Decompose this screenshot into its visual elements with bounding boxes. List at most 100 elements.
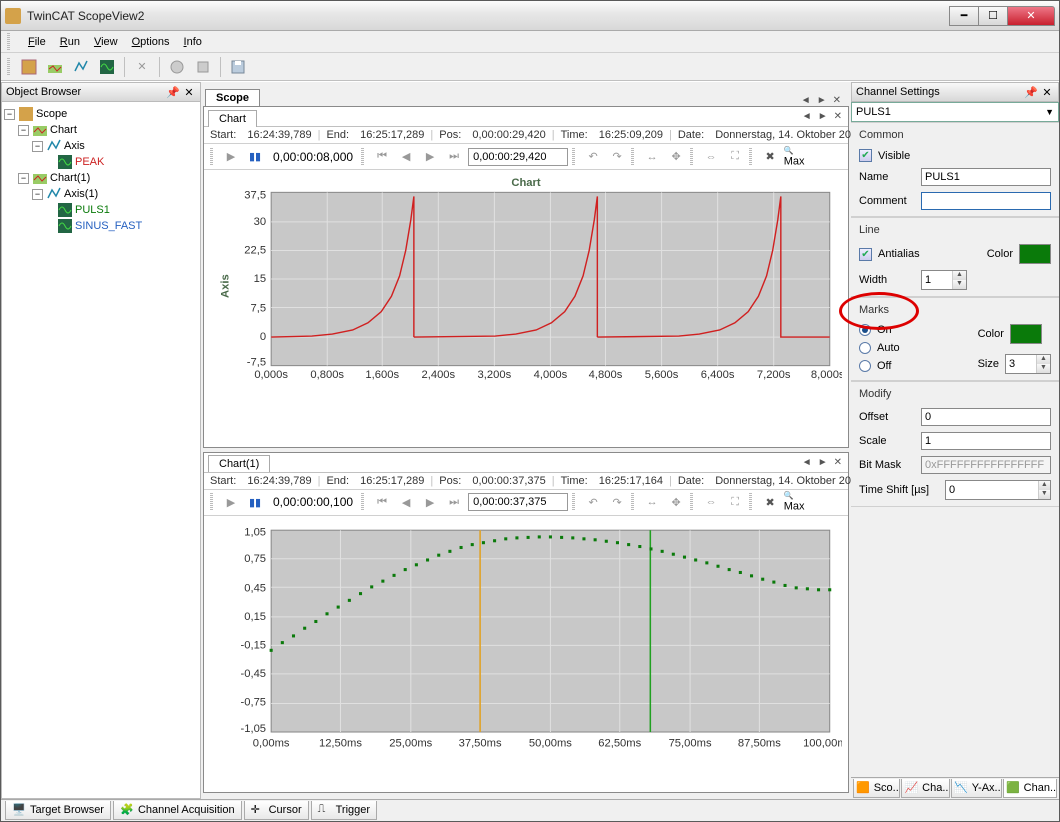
play-icon[interactable]: ▶ xyxy=(221,492,241,512)
pan-xy-icon[interactable]: ✥ xyxy=(666,492,686,512)
redo-icon[interactable]: ↷ xyxy=(607,492,627,512)
zoom-box-icon[interactable]: ⛶ xyxy=(725,147,745,167)
line-width-stepper[interactable]: ▲▼ xyxy=(921,270,967,290)
object-tree[interactable]: −Scope −Chart −Axis PEAK −Chart(1) −Axis… xyxy=(1,102,201,799)
zoom-reset-icon[interactable]: ✖ xyxy=(760,147,780,167)
tab-chan[interactable]: 🟩Chan... xyxy=(1003,779,1057,798)
pan-x-icon[interactable]: ↔ xyxy=(642,492,662,512)
pin-icon[interactable]: 📌 xyxy=(1024,85,1038,99)
name-input[interactable] xyxy=(921,168,1051,186)
zoom-reset-icon[interactable]: ✖ xyxy=(760,492,780,512)
menu-info[interactable]: Info xyxy=(184,36,202,48)
tree-node-peak[interactable]: PEAK xyxy=(4,154,198,170)
close-icon[interactable]: ✕ xyxy=(182,85,196,99)
stop-icon[interactable] xyxy=(192,56,214,78)
close-icon[interactable]: ✕ xyxy=(1040,85,1054,99)
marks-size-stepper[interactable]: ▲▼ xyxy=(1005,354,1051,374)
tree-node-chart[interactable]: −Chart xyxy=(4,122,198,138)
next-icon[interactable]: ▶ xyxy=(420,147,440,167)
next-icon[interactable]: ▶ xyxy=(420,492,440,512)
offset-input[interactable] xyxy=(921,408,1051,426)
comment-input[interactable] xyxy=(921,192,1051,210)
position-input[interactable] xyxy=(468,493,568,511)
pan-x-icon[interactable]: ↔ xyxy=(642,147,662,167)
tab-channel-acquisition[interactable]: 🧩Channel Acquisition xyxy=(113,801,242,820)
marks-on-radio[interactable] xyxy=(859,324,871,336)
svg-text:4,800s: 4,800s xyxy=(589,369,623,381)
pause-icon[interactable]: ▮▮ xyxy=(245,147,265,167)
tab-next-icon[interactable]: ► xyxy=(815,95,829,106)
timeshift-stepper[interactable]: ▲▼ xyxy=(945,480,1051,500)
tab-cha[interactable]: 📈Cha... xyxy=(901,779,950,798)
tree-node-axis1[interactable]: −Axis(1) xyxy=(4,186,198,202)
tab-prev-icon[interactable]: ◄ xyxy=(799,95,813,106)
axis-icon[interactable] xyxy=(70,56,92,78)
position-input[interactable] xyxy=(468,148,568,166)
svg-text:15: 15 xyxy=(254,273,266,285)
tab-next-icon[interactable]: ► xyxy=(816,457,830,468)
tab-target-browser[interactable]: 🖥️Target Browser xyxy=(5,801,111,820)
undo-icon[interactable]: ↶ xyxy=(583,492,603,512)
zoom-max-icon[interactable]: 🔍Max xyxy=(784,492,804,512)
zoom-box-icon[interactable]: ⛶ xyxy=(725,492,745,512)
line-color-swatch[interactable] xyxy=(1019,244,1051,264)
tab-scope[interactable]: Scope xyxy=(205,89,260,106)
antialias-checkbox[interactable]: ✔ xyxy=(859,248,872,261)
last-icon[interactable]: ⏭ xyxy=(444,147,464,167)
play-icon[interactable]: ▶ xyxy=(221,147,241,167)
prev-icon[interactable]: ◀ xyxy=(396,492,416,512)
chart-tab-0[interactable]: Chart xyxy=(208,110,257,127)
tree-node-sinus[interactable]: SINUS_FAST xyxy=(4,218,198,234)
menu-view[interactable]: View xyxy=(94,36,118,48)
tab-prev-icon[interactable]: ◄ xyxy=(800,457,814,468)
marks-off-radio[interactable] xyxy=(859,360,871,372)
tab-close-icon[interactable]: ✕ xyxy=(832,457,844,468)
scope-icon[interactable] xyxy=(18,56,40,78)
chart-tab-1[interactable]: Chart(1) xyxy=(208,455,270,472)
channel-icon[interactable] xyxy=(96,56,118,78)
undo-icon[interactable]: ↶ xyxy=(583,147,603,167)
tree-node-chart1[interactable]: −Chart(1) xyxy=(4,170,198,186)
menu-options[interactable]: Options xyxy=(132,36,170,48)
chart-plot-0[interactable]: Chart Axis -7,507,51522,53037,5 xyxy=(210,174,842,388)
zoom-x-icon[interactable]: ⇔ xyxy=(701,492,721,512)
minimize-button[interactable]: ━ xyxy=(949,6,979,26)
marks-color-swatch[interactable] xyxy=(1010,324,1042,344)
tab-next-icon[interactable]: ► xyxy=(816,111,830,122)
scale-input[interactable] xyxy=(921,432,1051,450)
menu-file[interactable]: File xyxy=(28,36,46,48)
tab-trigger[interactable]: ⎍Trigger xyxy=(311,801,377,820)
channel-select[interactable]: PULS1▼ xyxy=(851,102,1059,122)
chart-icon[interactable] xyxy=(44,56,66,78)
prev-icon[interactable]: ◀ xyxy=(396,147,416,167)
tab-close-icon[interactable]: ✕ xyxy=(831,95,843,106)
zoom-max-icon[interactable]: 🔍Max xyxy=(784,147,804,167)
record-icon[interactable] xyxy=(166,56,188,78)
pan-xy-icon[interactable]: ✥ xyxy=(666,147,686,167)
redo-icon[interactable]: ↷ xyxy=(607,147,627,167)
visible-checkbox[interactable]: ✔ xyxy=(859,149,872,162)
first-icon[interactable]: ⏮ xyxy=(372,147,392,167)
tab-prev-icon[interactable]: ◄ xyxy=(800,111,814,122)
first-icon[interactable]: ⏮ xyxy=(372,492,392,512)
tree-node-axis[interactable]: −Axis xyxy=(4,138,198,154)
tab-sco[interactable]: 🟧Sco... xyxy=(853,779,900,798)
maximize-button[interactable]: ☐ xyxy=(978,6,1008,26)
last-icon[interactable]: ⏭ xyxy=(444,492,464,512)
marks-auto-radio[interactable] xyxy=(859,342,871,354)
tree-node-puls1[interactable]: PULS1 xyxy=(4,202,198,218)
tree-node-scope[interactable]: −Scope xyxy=(4,106,198,122)
menu-run[interactable]: Run xyxy=(60,36,80,48)
chart-plot-1[interactable]: -1,05-0,75-0,45-0,150,150,450,751,05 0,0… xyxy=(210,520,842,754)
tab-cursor[interactable]: ✛Cursor xyxy=(244,801,309,820)
pause-icon[interactable]: ▮▮ xyxy=(245,492,265,512)
delete-icon[interactable]: ✕ xyxy=(131,56,153,78)
pin-icon[interactable]: 📌 xyxy=(166,85,180,99)
zoom-x-icon[interactable]: ⇔ xyxy=(701,147,721,167)
bitmask-input[interactable] xyxy=(921,456,1051,474)
tab-yax[interactable]: 📉Y-Ax... xyxy=(951,779,1002,798)
save-icon[interactable] xyxy=(227,56,249,78)
elapsed-time: 0,00:00:00,100 xyxy=(269,495,357,509)
close-button[interactable]: ✕ xyxy=(1007,6,1055,26)
tab-close-icon[interactable]: ✕ xyxy=(832,111,844,122)
